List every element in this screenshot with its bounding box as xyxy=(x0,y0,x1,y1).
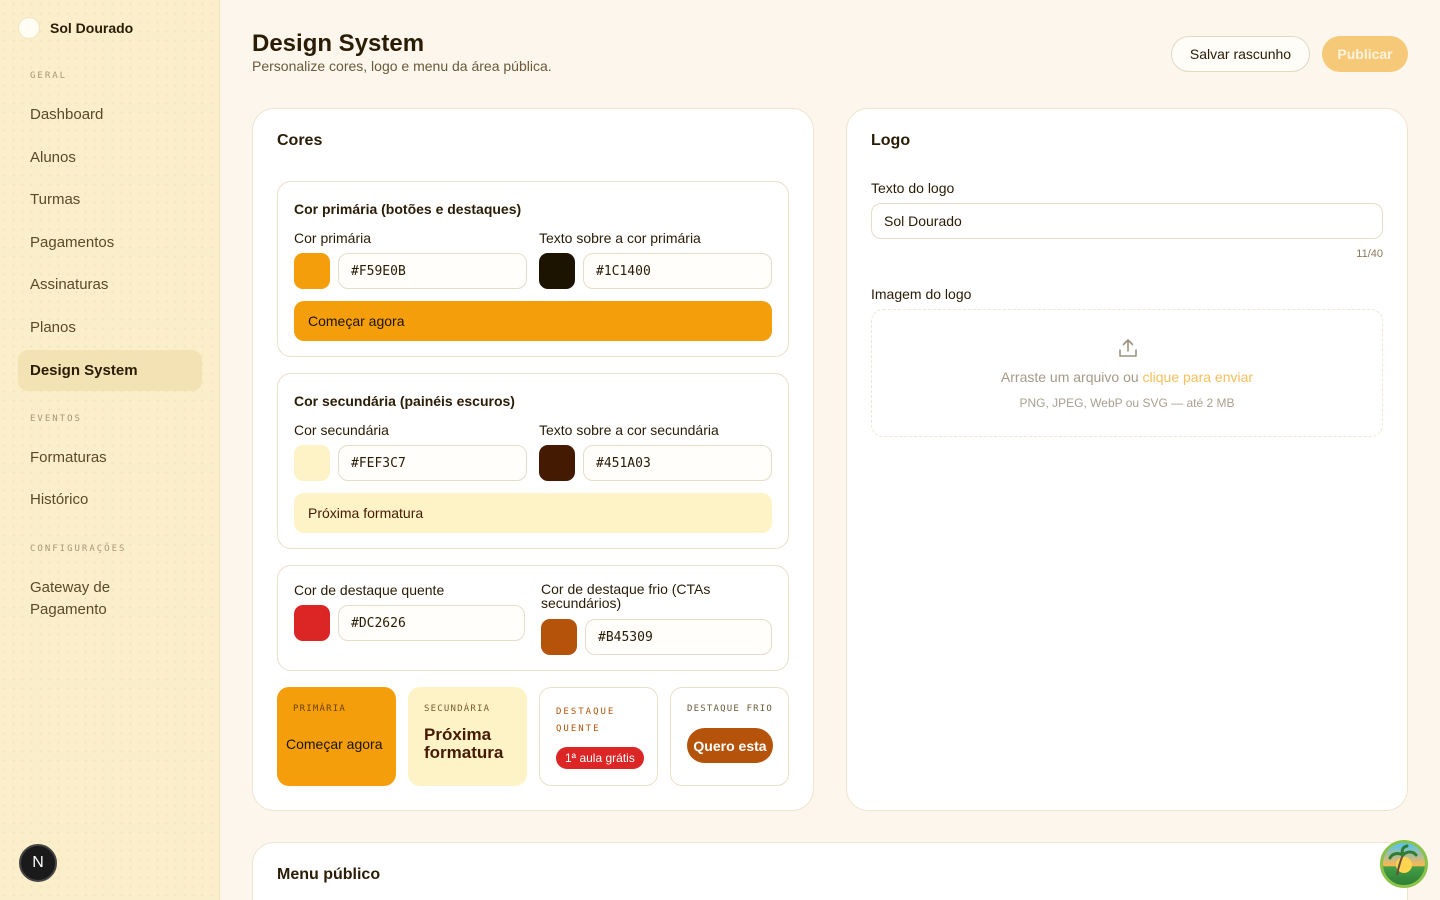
cold-accent-tile: DESTAQUE FRIO Quero esta xyxy=(670,687,789,786)
secondary-tile-text: Próxima formatura xyxy=(424,725,504,762)
primary-color-input[interactable]: #F59E0B xyxy=(338,253,527,289)
page-title: Design System xyxy=(252,30,425,57)
island-avatar-icon[interactable] xyxy=(1380,840,1428,888)
logo-image-label: Imagem do logo xyxy=(871,286,972,302)
palm-tree-icon xyxy=(1388,844,1418,876)
primary-color-label: Cor primária xyxy=(294,230,372,246)
secondary-color-swatch[interactable] xyxy=(294,445,330,481)
primary-tile-text: Começar agora xyxy=(286,736,383,752)
sidebar-item-turmas[interactable]: Turmas xyxy=(18,189,202,211)
colors-card-title: Cores xyxy=(277,132,323,149)
logo-card-title: Logo xyxy=(871,132,911,149)
primary-preview-button: Começar agora xyxy=(294,301,772,341)
logo-text-counter: 11/40 xyxy=(1356,248,1383,260)
secondary-group-title: Cor secundária (painéis escuros) xyxy=(294,393,515,409)
secondary-text-swatch[interactable] xyxy=(539,445,575,481)
hot-accent-tile: DESTAQUE QUENTE 1ª aula grátis xyxy=(539,687,658,786)
logo-card: Logo Texto do logo Sol Dourado 11/40 Ima… xyxy=(846,108,1408,811)
dropzone-text: Arraste um arquivo ou clique para enviar xyxy=(872,369,1382,385)
sidebar-item-planos[interactable]: Planos xyxy=(18,317,202,339)
primary-text-label: Texto sobre a cor primária xyxy=(539,230,701,246)
sidebar-item-dashboard[interactable]: Dashboard xyxy=(18,104,202,126)
sidebar-item-design-system[interactable]: Design System xyxy=(18,350,202,391)
primary-tile-label: PRIMÁRIA xyxy=(293,704,346,714)
hot-accent-input[interactable]: #DC2626 xyxy=(338,605,525,641)
primary-tile: PRIMÁRIA Começar agora xyxy=(277,687,396,786)
upload-icon xyxy=(1119,339,1137,357)
secondary-tile-label: SECUNDÁRIA xyxy=(424,704,491,714)
secondary-preview-panel: Próxima formatura xyxy=(294,493,772,533)
user-avatar[interactable]: N xyxy=(19,844,57,882)
logo-text-label: Texto do logo xyxy=(871,180,955,196)
secondary-color-input[interactable]: #FEF3C7 xyxy=(338,445,527,481)
brand-name: Sol Dourado xyxy=(50,20,134,36)
sidebar: Sol Dourado GERAL Dashboard Alunos Turma… xyxy=(0,0,220,900)
accent-color-group: Cor de destaque quente #DC2626 Cor de de… xyxy=(277,565,789,671)
cold-accent-button: Quero esta xyxy=(687,728,773,763)
sidebar-item-alunos[interactable]: Alunos xyxy=(18,147,202,169)
hot-tile-label: DESTAQUE QUENTE xyxy=(556,707,616,734)
hot-accent-badge: 1ª aula grátis xyxy=(556,747,644,769)
secondary-tile: SECUNDÁRIA Próxima formatura xyxy=(408,687,527,786)
dropzone-upload-link[interactable]: clique para enviar xyxy=(1143,369,1254,385)
cold-tile-label: DESTAQUE FRIO xyxy=(687,704,774,714)
primary-text-swatch[interactable] xyxy=(539,253,575,289)
brand[interactable]: Sol Dourado xyxy=(18,17,133,39)
publish-button[interactable]: Publicar xyxy=(1322,36,1408,72)
cold-accent-swatch[interactable] xyxy=(541,619,577,655)
secondary-color-group: Cor secundária (painéis escuros) Cor sec… xyxy=(277,373,789,549)
menu-card: Menu público xyxy=(252,842,1408,900)
sidebar-item-pagamentos[interactable]: Pagamentos xyxy=(18,232,202,254)
sidebar-item-gateway[interactable]: Gateway de Pagamento xyxy=(18,577,148,621)
sidebar-item-formaturas[interactable]: Formaturas xyxy=(18,447,202,469)
menu-card-title: Menu público xyxy=(277,866,381,883)
sidebar-item-assinaturas[interactable]: Assinaturas xyxy=(18,274,202,296)
hot-accent-label: Cor de destaque quente xyxy=(294,582,445,598)
nav-section-geral: GERAL xyxy=(30,71,68,81)
primary-color-group: Cor primária (botões e destaques) Cor pr… xyxy=(277,181,789,357)
hot-accent-swatch[interactable] xyxy=(294,605,330,641)
cold-accent-input[interactable]: #B45309 xyxy=(585,619,772,655)
primary-color-swatch[interactable] xyxy=(294,253,330,289)
cold-accent-label: Cor de destaque frio (CTAs secundários) xyxy=(541,581,711,611)
nav-section-eventos: EVENTOS xyxy=(30,414,82,424)
nav-section-configuracoes: CONFIGURAÇÕES xyxy=(30,544,127,554)
sidebar-item-historico[interactable]: Histórico xyxy=(18,489,202,511)
primary-group-title: Cor primária (botões e destaques) xyxy=(294,201,522,217)
secondary-text-label: Texto sobre a cor secundária xyxy=(539,422,719,438)
logo-dropzone[interactable]: Arraste um arquivo ou clique para enviar… xyxy=(871,309,1383,437)
page-subtitle: Personalize cores, logo e menu da área p… xyxy=(252,58,552,74)
sun-logo-icon xyxy=(18,17,40,39)
colors-card: Cores Cor primária (botões e destaques) … xyxy=(252,108,814,811)
secondary-text-input[interactable]: #451A03 xyxy=(583,445,772,481)
dropzone-hint: PNG, JPEG, WebP ou SVG — até 2 MB xyxy=(1019,396,1235,410)
logo-text-input[interactable]: Sol Dourado xyxy=(871,203,1383,239)
save-draft-button[interactable]: Salvar rascunho xyxy=(1171,36,1310,72)
dropzone-instruction: Arraste um arquivo ou xyxy=(1000,369,1139,385)
secondary-color-label: Cor secundária xyxy=(294,422,389,438)
primary-text-input[interactable]: #1C1400 xyxy=(583,253,772,289)
